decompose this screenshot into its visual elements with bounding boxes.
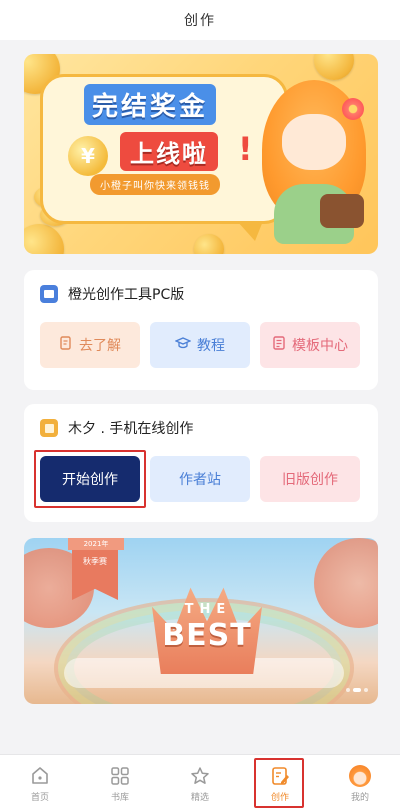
phone-doc-icon xyxy=(40,419,58,437)
learn-more-button[interactable]: 去了解 xyxy=(40,322,140,368)
coin-decoration xyxy=(194,234,224,254)
mobile-creation-header: 木夕 . 手机在线创作 xyxy=(40,418,193,438)
banner-exclaim: ! xyxy=(238,130,253,168)
template-icon xyxy=(272,336,286,354)
star-icon xyxy=(191,767,209,784)
start-creating-label: 开始创作 xyxy=(62,472,118,488)
nav-label-featured: 精选 xyxy=(190,793,209,803)
flower-icon xyxy=(342,98,364,120)
best-of-banner[interactable]: 2021年 秋季赛 THE BEST xyxy=(24,538,378,704)
info-doc-icon xyxy=(59,336,73,354)
mascot-face xyxy=(282,114,346,170)
yen-coin-icon: ¥ xyxy=(68,136,108,176)
main-content: 完结奖金 上线啦 ! ¥ 小橙子叫你快来领钱钱 橙光创作工具PC版 去了解 教程 xyxy=(0,40,400,754)
nav-item-library[interactable]: 书库 xyxy=(80,755,160,809)
graduation-cap-icon xyxy=(174,336,192,354)
template-center-label: 模板中心 xyxy=(292,338,348,354)
nav-item-profile[interactable]: 我的 xyxy=(320,755,400,809)
tutorial-button[interactable]: 教程 xyxy=(150,322,250,368)
bottom-nav: 首页 书库 精选 创作 我的 xyxy=(0,754,400,809)
grid-icon xyxy=(111,767,129,785)
nav-label-create: 创作 xyxy=(270,793,289,803)
nav-item-create[interactable]: 创作 xyxy=(240,755,320,809)
mascot-bag xyxy=(320,194,364,228)
legacy-creation-button[interactable]: 旧版创作 xyxy=(260,456,360,502)
nav-label-home: 首页 xyxy=(30,793,49,803)
mobile-creation-title: 木夕 . 手机在线创作 xyxy=(68,421,194,437)
home-icon xyxy=(32,767,48,784)
carousel-indicator xyxy=(346,688,368,692)
author-site-label: 作者站 xyxy=(179,472,221,488)
legacy-creation-label: 旧版创作 xyxy=(282,472,338,488)
template-center-button[interactable]: 模板中心 xyxy=(260,322,360,368)
pc-tool-title: 橙光创作工具PC版 xyxy=(68,287,185,303)
monitor-icon xyxy=(40,285,58,303)
page-title: 创作 xyxy=(184,13,216,29)
edit-doc-icon xyxy=(272,767,289,785)
nav-label-library: 书库 xyxy=(110,793,129,803)
nav-item-featured[interactable]: 精选 xyxy=(160,755,240,809)
nav-label-profile: 我的 xyxy=(350,793,369,803)
banner-subtitle: 小橙子叫你快来领钱钱 xyxy=(90,174,220,195)
ribbon-text: 秋季赛 xyxy=(83,557,107,566)
coin-decoration xyxy=(314,54,354,80)
start-creating-button[interactable]: 开始创作 xyxy=(40,456,140,502)
author-site-button[interactable]: 作者站 xyxy=(150,456,250,502)
coin-decoration xyxy=(24,224,64,254)
bonus-banner[interactable]: 完结奖金 上线啦 ! ¥ 小橙子叫你快来领钱钱 xyxy=(24,54,378,254)
nav-item-home[interactable]: 首页 xyxy=(0,755,80,809)
pc-tool-header: 橙光创作工具PC版 xyxy=(40,284,184,304)
mobile-creation-card: 木夕 . 手机在线创作 开始创作 作者站 旧版创作 xyxy=(24,404,378,522)
banner-title-line1: 完结奖金 xyxy=(84,84,217,125)
banner-title-line2: 上线啦 xyxy=(120,132,218,171)
avatar xyxy=(349,765,371,787)
tutorial-label: 教程 xyxy=(197,338,225,354)
banner-word-the: THE xyxy=(184,602,232,617)
pc-tool-card: 橙光创作工具PC版 去了解 教程 模板中心 xyxy=(24,270,378,390)
ribbon-year: 2021年 xyxy=(68,538,124,550)
banner-word-best: BEST xyxy=(162,618,252,653)
learn-more-label: 去了解 xyxy=(79,338,121,354)
top-bar: 创作 xyxy=(0,0,400,40)
